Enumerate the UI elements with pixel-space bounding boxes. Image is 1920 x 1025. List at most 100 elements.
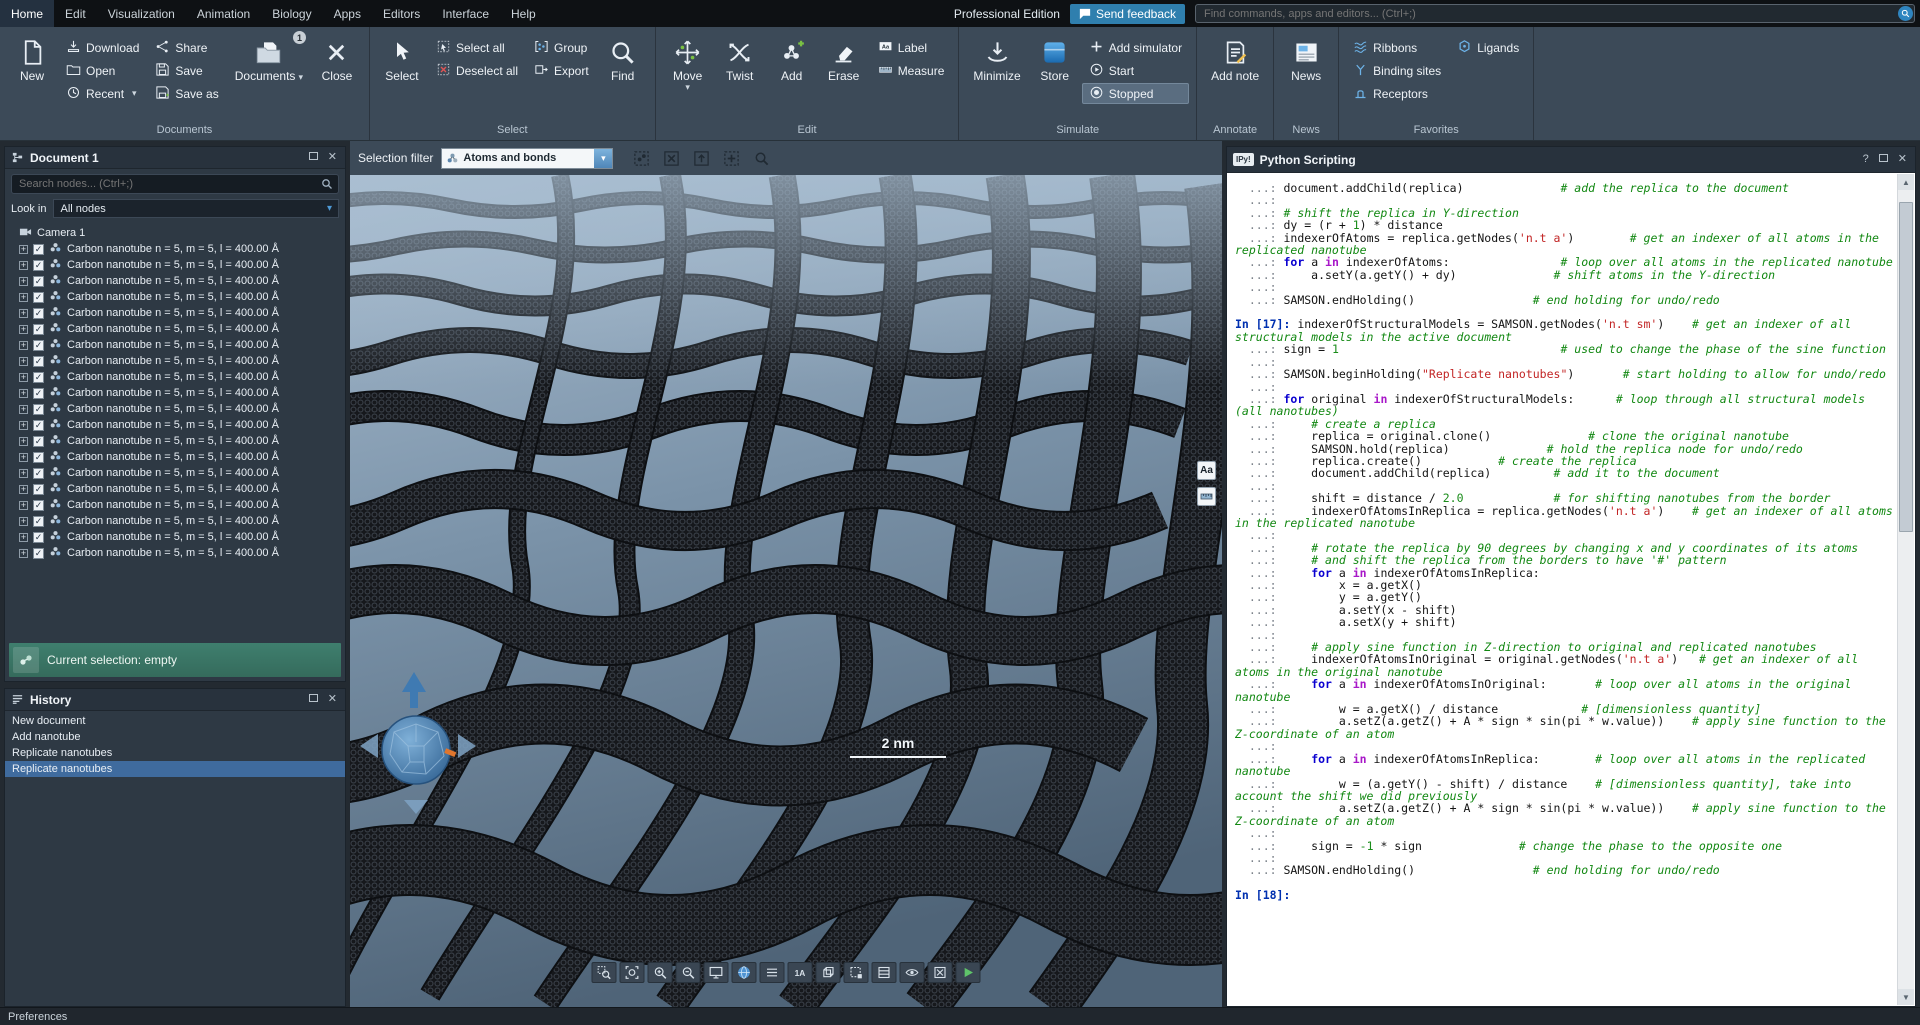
- receptors-button[interactable]: Receptors: [1346, 83, 1448, 104]
- zoom-out-button[interactable]: [676, 962, 701, 983]
- zoom-fit-button[interactable]: [620, 962, 645, 983]
- visibility-checkbox[interactable]: ✓: [33, 372, 44, 383]
- visibility-checkbox[interactable]: ✓: [33, 276, 44, 287]
- news-button[interactable]: News: [1281, 30, 1331, 123]
- visibility-checkbox[interactable]: ✓: [33, 468, 44, 479]
- expand-icon[interactable]: +: [19, 261, 28, 270]
- undock-icon[interactable]: [307, 694, 320, 705]
- expand-icon[interactable]: +: [19, 501, 28, 510]
- save-button[interactable]: Save: [148, 60, 225, 81]
- visibility-checkbox[interactable]: ✓: [33, 500, 44, 511]
- tree-item-camera[interactable]: Camera 1: [5, 225, 345, 241]
- history-item[interactable]: Add nanotube: [5, 729, 345, 745]
- history-item[interactable]: Replicate nanotubes: [5, 745, 345, 761]
- erase-button[interactable]: Erase: [819, 30, 869, 123]
- chevron-down-icon[interactable]: ▾: [594, 149, 612, 168]
- selection-filter-dropdown[interactable]: Atoms and bonds ▾: [441, 148, 613, 169]
- menu-item-home[interactable]: Home: [0, 0, 54, 27]
- documents-button[interactable]: Documents▾1: [228, 30, 310, 123]
- history-item[interactable]: Replicate nanotubes: [5, 761, 345, 777]
- ligands-button[interactable]: Ligands: [1450, 37, 1526, 58]
- send-feedback-button[interactable]: Send feedback: [1070, 4, 1185, 24]
- minimize-button[interactable]: Minimize: [966, 30, 1027, 123]
- expand-icon[interactable]: +: [19, 245, 28, 254]
- search-icon[interactable]: [1898, 6, 1913, 21]
- measure-quick-button[interactable]: [1197, 487, 1216, 506]
- visibility-checkbox[interactable]: ✓: [33, 404, 44, 415]
- label-button[interactable]: AaLabel: [871, 37, 952, 58]
- tree-item[interactable]: +✓Carbon nanotube n = 5, m = 5, l = 400.…: [5, 417, 345, 433]
- undock-icon[interactable]: [1877, 154, 1890, 165]
- visibility-checkbox[interactable]: ✓: [33, 452, 44, 463]
- look-in-dropdown[interactable]: All nodes ▾: [53, 199, 339, 218]
- scroll-up-icon[interactable]: ▲: [1898, 174, 1914, 190]
- expand-icon[interactable]: +: [19, 485, 28, 494]
- globe-view-button[interactable]: [732, 962, 757, 983]
- clear-selection-button[interactable]: [659, 146, 683, 170]
- expand-icon[interactable]: +: [19, 341, 28, 350]
- tree-item[interactable]: +✓Carbon nanotube n = 5, m = 5, l = 400.…: [5, 433, 345, 449]
- history-item[interactable]: New document: [5, 713, 345, 729]
- visibility-eye-button[interactable]: [900, 962, 925, 983]
- layers-view-button[interactable]: [872, 962, 897, 983]
- measure-button[interactable]: Measure: [871, 60, 952, 81]
- save-as-button[interactable]: Save as: [148, 83, 225, 104]
- close-icon[interactable]: ✕: [326, 152, 339, 163]
- node-tree[interactable]: Camera 1 +✓Carbon nanotube n = 5, m = 5, …: [5, 223, 345, 639]
- add-button[interactable]: Add: [767, 30, 817, 123]
- stopped-button[interactable]: Stopped: [1082, 83, 1189, 104]
- tree-item[interactable]: +✓Carbon nanotube n = 5, m = 5, l = 400.…: [5, 353, 345, 369]
- slabs-button[interactable]: [760, 962, 785, 983]
- open-button[interactable]: Open: [59, 60, 146, 81]
- node-search-input[interactable]: [11, 174, 339, 194]
- scrollbar-thumb[interactable]: [1899, 202, 1913, 532]
- tree-item[interactable]: +✓Carbon nanotube n = 5, m = 5, l = 400.…: [5, 241, 345, 257]
- help-icon[interactable]: ?: [1861, 154, 1871, 165]
- expand-icon[interactable]: +: [19, 309, 28, 318]
- tree-item[interactable]: +✓Carbon nanotube n = 5, m = 5, l = 400.…: [5, 257, 345, 273]
- visibility-checkbox[interactable]: ✓: [33, 244, 44, 255]
- menu-item-animation[interactable]: Animation: [186, 0, 261, 27]
- zoom-region-button[interactable]: [592, 962, 617, 983]
- label-quick-button[interactable]: Aa: [1197, 461, 1216, 480]
- visibility-checkbox[interactable]: ✓: [33, 260, 44, 271]
- menu-item-biology[interactable]: Biology: [261, 0, 322, 27]
- visibility-checkbox[interactable]: ✓: [33, 516, 44, 527]
- expand-icon[interactable]: +: [19, 549, 28, 558]
- expand-icon[interactable]: +: [19, 373, 28, 382]
- binding-sites-button[interactable]: Binding sites: [1346, 60, 1448, 81]
- menu-item-visualization[interactable]: Visualization: [97, 0, 186, 27]
- select-button[interactable]: Select: [377, 30, 427, 123]
- close-icon[interactable]: ✕: [326, 694, 339, 705]
- add-simulator-button[interactable]: Add simulator: [1082, 37, 1189, 58]
- tree-item[interactable]: +✓Carbon nanotube n = 5, m = 5, l = 400.…: [5, 449, 345, 465]
- menu-item-help[interactable]: Help: [500, 0, 547, 27]
- snapshot-button[interactable]: [844, 962, 869, 983]
- raise-selection-button[interactable]: [689, 146, 713, 170]
- add-note-button[interactable]: Add note: [1204, 30, 1266, 123]
- store-button[interactable]: Store: [1030, 30, 1080, 123]
- undock-icon[interactable]: [307, 152, 320, 163]
- move-button[interactable]: Move▾: [663, 30, 713, 123]
- selection-box-button[interactable]: [928, 962, 953, 983]
- tree-item[interactable]: +✓Carbon nanotube n = 5, m = 5, l = 400.…: [5, 321, 345, 337]
- expand-icon[interactable]: +: [19, 437, 28, 446]
- visibility-checkbox[interactable]: ✓: [33, 548, 44, 559]
- group-button[interactable]: Group: [527, 37, 596, 58]
- tree-item[interactable]: +✓Carbon nanotube n = 5, m = 5, l = 400.…: [5, 273, 345, 289]
- tree-item[interactable]: +✓Carbon nanotube n = 5, m = 5, l = 400.…: [5, 497, 345, 513]
- visibility-checkbox[interactable]: ✓: [33, 308, 44, 319]
- expand-icon[interactable]: +: [19, 325, 28, 334]
- expand-icon[interactable]: +: [19, 405, 28, 414]
- expand-icon[interactable]: +: [19, 517, 28, 526]
- orient-cube-button[interactable]: [816, 962, 841, 983]
- menu-item-edit[interactable]: Edit: [54, 0, 97, 27]
- new-button[interactable]: New: [7, 30, 57, 123]
- visibility-checkbox[interactable]: ✓: [33, 388, 44, 399]
- menu-item-interface[interactable]: Interface: [431, 0, 500, 27]
- tree-item[interactable]: +✓Carbon nanotube n = 5, m = 5, l = 400.…: [5, 465, 345, 481]
- menu-item-editors[interactable]: Editors: [372, 0, 431, 27]
- visibility-checkbox[interactable]: ✓: [33, 324, 44, 335]
- visibility-checkbox[interactable]: ✓: [33, 420, 44, 431]
- tree-item[interactable]: +✓Carbon nanotube n = 5, m = 5, l = 400.…: [5, 545, 345, 561]
